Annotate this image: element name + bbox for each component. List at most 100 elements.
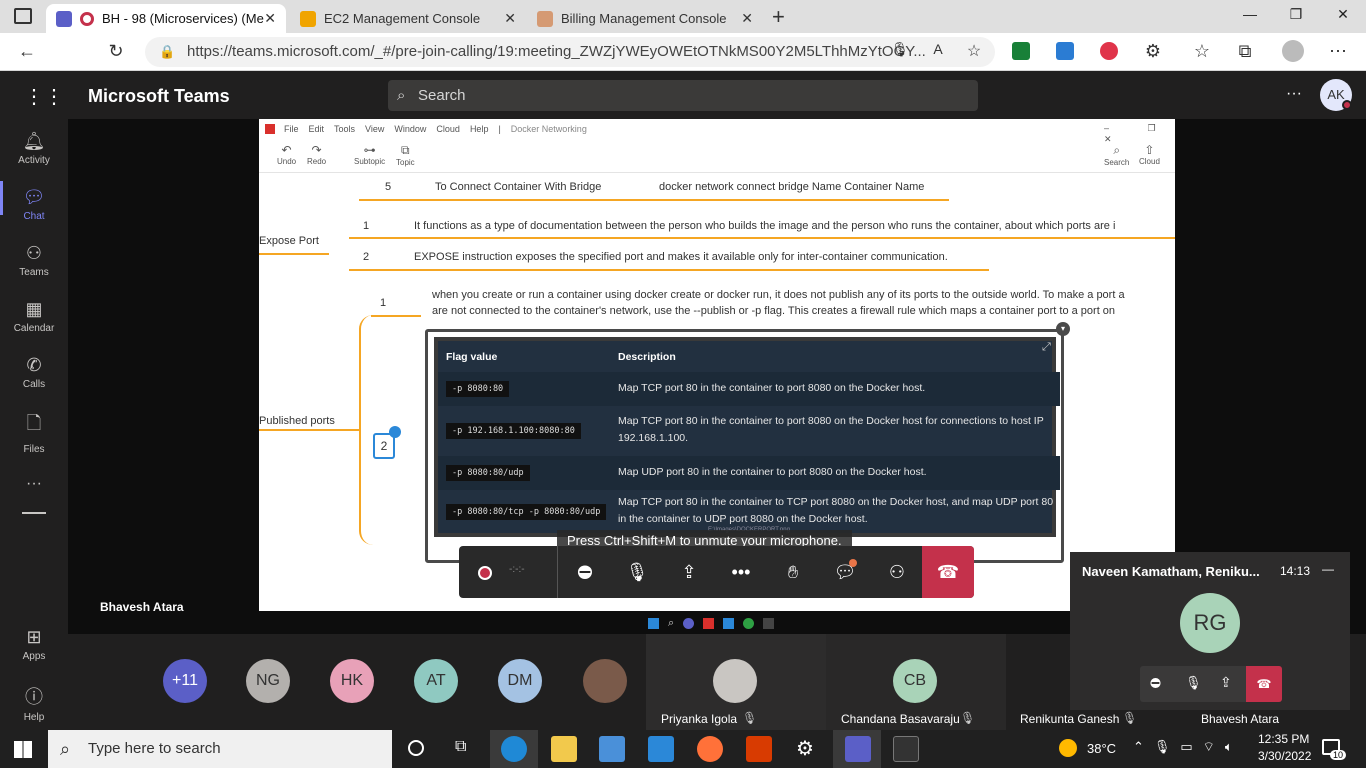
more-icon[interactable]: ⋯: [1327, 41, 1349, 62]
rail-teams[interactable]: ⚇ Teams: [0, 243, 68, 278]
store-icon[interactable]: [599, 736, 625, 762]
participant-avatar[interactable]: HK: [330, 659, 374, 703]
topic-expose-1[interactable]: It functions as a type of documentation …: [414, 220, 1115, 232]
address-bar[interactable]: 🔒 https://teams.microsoft.com/_#/pre-joi…: [145, 37, 995, 67]
rail-apps[interactable]: ⊞ Apps: [0, 627, 68, 662]
participant-avatar[interactable]: CB: [893, 659, 937, 703]
menu-edit[interactable]: Edit: [309, 124, 325, 134]
camera-off-button[interactable]: ⛔︎: [559, 546, 611, 598]
weather-temp[interactable]: 38°C: [1087, 741, 1116, 756]
extension-sheets-icon[interactable]: [1012, 42, 1030, 60]
topic-publish-1-line2[interactable]: are not connected to the container's net…: [432, 305, 1115, 317]
rail-more[interactable]: ···: [0, 475, 68, 493]
participant-photo[interactable]: [583, 659, 627, 703]
rail-activity[interactable]: 🔔︎ Activity: [0, 131, 68, 166]
more-actions-button[interactable]: •••: [715, 546, 767, 598]
image-menu-icon[interactable]: ▾: [1056, 322, 1070, 336]
minimize-icon[interactable]: —: [1240, 6, 1260, 22]
topic-expose-port[interactable]: Expose Port: [259, 235, 319, 247]
tab-teams-meeting[interactable]: BH - 98 (Microservices) (Me ✕: [46, 4, 286, 33]
terminal-icon[interactable]: [893, 736, 919, 762]
minimize-icon[interactable]: —: [1322, 562, 1334, 576]
topic-expose-2[interactable]: EXPOSE instruction exposes the specified…: [414, 251, 948, 263]
camera-off-icon[interactable]: ⛔︎: [1150, 675, 1161, 691]
rail-chat[interactable]: 💬︎ Chat: [0, 187, 68, 222]
collections-icon[interactable]: ⧉: [1234, 41, 1256, 62]
clock-date[interactable]: 3/30/2022: [1258, 749, 1311, 763]
close-icon[interactable]: ✕: [264, 10, 276, 27]
clock-time[interactable]: 12:35 PM: [1258, 732, 1309, 746]
office-icon[interactable]: [746, 736, 772, 762]
participant-avatar[interactable]: NG: [246, 659, 290, 703]
back-icon[interactable]: ←: [16, 41, 38, 62]
extensions-icon[interactable]: ⚙: [1142, 41, 1164, 62]
cortana-icon[interactable]: [408, 740, 424, 756]
teams-taskbar-icon[interactable]: [845, 736, 871, 762]
hang-up-icon[interactable]: ☎︎: [1246, 666, 1282, 702]
tray-icons[interactable]: ⌃🎙︎▭⌔🔈︎: [1133, 739, 1243, 755]
menu-window[interactable]: Window: [394, 124, 426, 134]
rail-calendar[interactable]: ▦ Calendar: [0, 299, 68, 334]
toolbar-undo[interactable]: ↶ Undo: [277, 143, 296, 166]
collapse-badge-icon[interactable]: [389, 426, 401, 438]
participant-photo[interactable]: [713, 659, 757, 703]
menu-tools[interactable]: Tools: [334, 124, 355, 134]
toolbar-cloud[interactable]: ⇧ Cloud: [1139, 143, 1160, 166]
menu-help[interactable]: Help: [470, 124, 489, 134]
start-button[interactable]: [14, 741, 32, 758]
toolbar-topic[interactable]: ⧉ Topic: [396, 143, 415, 167]
rail-help[interactable]: ⓘ Help: [0, 683, 68, 723]
mic-off-button[interactable]: 🎙︎: [611, 546, 663, 598]
topic-connect-cmd[interactable]: docker network connect bridge Name Conta…: [659, 181, 924, 193]
participant-avatar[interactable]: DM: [498, 659, 542, 703]
participants-button[interactable]: ⚇: [871, 546, 923, 598]
overflow-participants[interactable]: +11: [163, 659, 207, 703]
new-tab-button[interactable]: +: [772, 4, 785, 30]
menu-cloud[interactable]: Cloud: [436, 124, 460, 134]
rail-files[interactable]: 🗋︎ Files: [0, 411, 68, 455]
taskbar-search[interactable]: ⌕ Type here to search: [48, 730, 392, 768]
tab-billing-console[interactable]: Billing Management Console ✕: [527, 4, 763, 33]
share-button[interactable]: ⇪: [663, 546, 715, 598]
topic-connect-bridge[interactable]: To Connect Container With Bridge: [435, 181, 601, 193]
topic-publish-1-line1[interactable]: when you create or run a container using…: [432, 289, 1125, 301]
rail-calls[interactable]: ✆ Calls: [0, 355, 68, 390]
tab-actions-icon[interactable]: [14, 8, 32, 24]
favorites-icon[interactable]: ☆: [1191, 41, 1213, 62]
extension-red-icon[interactable]: [1100, 42, 1118, 60]
profile-avatar[interactable]: [1282, 40, 1304, 62]
menu-file[interactable]: File: [284, 124, 299, 134]
extension-blue-icon[interactable]: [1056, 42, 1074, 60]
microphone-icon[interactable]: 🎙: [889, 41, 911, 58]
menu-view[interactable]: View: [365, 124, 384, 134]
refresh-icon[interactable]: ↻: [105, 41, 127, 62]
topic-published-ports[interactable]: Published ports: [259, 415, 335, 427]
restore-icon[interactable]: ❐: [1286, 6, 1306, 23]
mic-off-icon[interactable]: 🎙︎: [1185, 675, 1202, 691]
close-icon[interactable]: ✕: [504, 10, 516, 27]
chat-button[interactable]: 💬︎: [819, 546, 871, 598]
toolbar-search[interactable]: ⌕ Search: [1104, 143, 1129, 167]
file-explorer-icon[interactable]: [551, 736, 577, 762]
close-window-icon[interactable]: ✕: [1333, 6, 1353, 23]
raise-hand-button[interactable]: ✋︎: [767, 546, 819, 598]
participant-avatar[interactable]: AT: [414, 659, 458, 703]
task-view-icon[interactable]: ⧉: [455, 738, 466, 756]
share-icon[interactable]: ⇪: [1220, 674, 1232, 691]
record-button[interactable]: [459, 546, 511, 598]
settings-icon[interactable]: ⚙: [796, 736, 814, 761]
weather-icon[interactable]: [1059, 739, 1077, 757]
search-input[interactable]: ⌕ Search: [388, 80, 978, 111]
toolbar-subtopic[interactable]: ⊶ Subtopic: [354, 143, 385, 166]
toolbar-redo[interactable]: ↷ Redo: [307, 143, 326, 166]
firefox-icon[interactable]: [697, 736, 723, 762]
tab-ec2-console[interactable]: EC2 Management Console ✕: [290, 4, 526, 33]
close-icon[interactable]: ✕: [741, 10, 753, 27]
favorite-add-icon[interactable]: ☆: [963, 41, 985, 61]
hang-up-button[interactable]: ☎︎: [922, 546, 974, 598]
mail-icon[interactable]: [648, 736, 674, 762]
app-launcher-icon[interactable]: ⋮⋮: [24, 84, 64, 109]
more-options-icon[interactable]: ···: [1286, 85, 1302, 103]
read-aloud-icon[interactable]: A: [927, 41, 949, 57]
edge-icon[interactable]: [501, 736, 527, 762]
